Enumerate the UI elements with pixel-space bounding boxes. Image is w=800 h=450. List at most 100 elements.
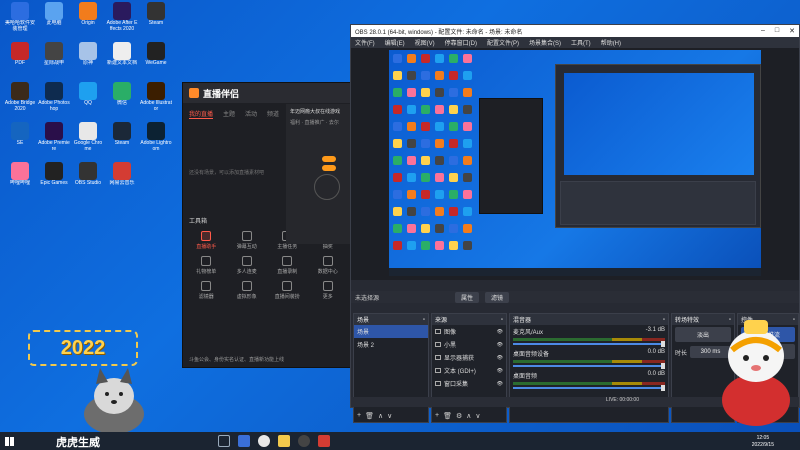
companion-footer: 斗鱼公会、身份实名认证、直播新功能上线: [189, 357, 285, 363]
desktop-icon[interactable]: Adobe After Effects 2020: [106, 2, 138, 32]
menu-item[interactable]: 停靠窗口(D): [445, 38, 477, 47]
tab-activity[interactable]: 活动: [245, 109, 257, 119]
trash-icon[interactable]: 🗑: [443, 412, 452, 420]
volume-fader[interactable]: [513, 385, 665, 391]
preview-icon: [393, 207, 402, 216]
task-view-icon[interactable]: [238, 435, 250, 447]
close-icon[interactable]: ✕: [789, 27, 795, 35]
add-icon[interactable]: +: [357, 412, 361, 420]
volume-fader[interactable]: [513, 363, 665, 369]
menu-item[interactable]: 配置文件(P): [487, 38, 519, 47]
source-item[interactable]: 图像 👁: [432, 325, 506, 338]
preview-icon: [463, 156, 472, 165]
menu-item[interactable]: 文件(F): [355, 38, 375, 47]
side-start-pill-2[interactable]: [322, 165, 336, 171]
volume-fader[interactable]: [513, 341, 665, 347]
desktop-icon[interactable]: 星际战甲: [38, 42, 70, 72]
companion-taskbar-icon[interactable]: [318, 435, 330, 447]
source-item[interactable]: 小黑 👁: [432, 338, 506, 351]
desktop-icon[interactable]: 美哈哈软件安装管理: [4, 2, 36, 32]
gear-icon[interactable]: ⚙: [456, 412, 462, 420]
desktop-icon[interactable]: QQ: [72, 82, 104, 112]
desktop-icon[interactable]: OBS Studio: [72, 162, 104, 192]
preview-icon: [407, 139, 416, 148]
minimize-icon[interactable]: –: [761, 27, 765, 35]
undock-icon[interactable]: ▫: [423, 317, 425, 323]
preview-companion: [479, 98, 543, 214]
eye-icon[interactable]: 👁: [497, 368, 503, 374]
desktop-icon[interactable]: 新建文本文档: [106, 42, 138, 72]
menu-item[interactable]: 帮助(H): [601, 38, 621, 47]
add-icon[interactable]: +: [435, 412, 439, 420]
desktop-icon[interactable]: 微信: [106, 82, 138, 112]
down-icon[interactable]: ∨: [387, 412, 392, 420]
desktop-icon[interactable]: PDF: [4, 42, 36, 72]
desktop-icon[interactable]: Origin: [72, 2, 104, 32]
scenes-title: 场景: [357, 318, 370, 324]
companion-tool[interactable]: 直播间装扮: [270, 281, 305, 300]
eye-icon[interactable]: 👁: [497, 329, 503, 335]
eye-icon[interactable]: 👁: [497, 342, 503, 348]
companion-tool[interactable]: 直播助手: [189, 231, 224, 250]
companion-tool[interactable]: 虚拟形象: [230, 281, 265, 300]
desktop-icon[interactable]: Steam: [140, 2, 172, 32]
companion-tool[interactable]: 直播录制: [270, 256, 305, 275]
tab-my-live[interactable]: 我的直播: [189, 109, 214, 119]
preview-icon: [435, 224, 444, 233]
preview-icon: [449, 156, 458, 165]
desktop-icon[interactable]: Adobe Photoshop: [38, 82, 70, 112]
menu-item[interactable]: 编辑(E): [385, 38, 405, 47]
source-item[interactable]: 显示器捕获 👁: [432, 351, 506, 364]
obs-taskbar-icon[interactable]: [298, 435, 310, 447]
undock-icon[interactable]: ▫: [501, 317, 503, 323]
down-icon[interactable]: ∨: [475, 412, 480, 420]
desktop-icon[interactable]: Adobe Bridge 2020: [4, 82, 36, 112]
maximize-icon[interactable]: □: [775, 27, 779, 35]
app-icon: [79, 162, 97, 180]
eye-icon[interactable]: 👁: [497, 355, 503, 361]
up-icon[interactable]: ∧: [466, 412, 471, 420]
companion-tool[interactable]: 多人连麦: [230, 256, 265, 275]
desktop-icon[interactable]: 网易云音乐: [106, 162, 138, 192]
tab-channel[interactable]: 频道: [267, 109, 279, 119]
desktop-icon[interactable]: 哔哩哔哩: [4, 162, 36, 192]
chrome-icon[interactable]: [258, 435, 270, 447]
trash-icon[interactable]: 🗑: [365, 412, 374, 420]
menu-item[interactable]: 工具(T): [571, 38, 591, 47]
source-item[interactable]: 窗口采集 👁: [432, 377, 506, 390]
desktop-icon[interactable]: SE: [4, 122, 36, 152]
companion-tool[interactable]: 更多: [311, 281, 346, 300]
scene-item[interactable]: 场景 2: [354, 338, 428, 351]
desktop-icon[interactable]: 此电脑: [38, 2, 70, 32]
desktop-icon[interactable]: Adobe Lightroom: [140, 122, 172, 152]
preview-icon: [449, 122, 458, 131]
desktop-icon[interactable]: Adobe Premiere: [38, 122, 70, 152]
companion-tool[interactable]: 弹幕互动: [230, 231, 265, 250]
preview-icon: [393, 224, 402, 233]
start-button[interactable]: [0, 432, 18, 450]
preview-icon: [393, 173, 402, 182]
up-icon[interactable]: ∧: [378, 412, 383, 420]
explorer-icon[interactable]: [278, 435, 290, 447]
tab-theme[interactable]: 主题: [223, 109, 235, 119]
undock-icon[interactable]: ▫: [663, 317, 665, 323]
companion-tool[interactable]: 礼物榜单: [189, 256, 224, 275]
search-icon[interactable]: [218, 435, 230, 447]
menu-item[interactable]: 视图(V): [415, 38, 435, 47]
source-label: 窗口采集: [444, 382, 469, 388]
desktop-icon[interactable]: Adobe Illustrator: [140, 82, 172, 112]
desktop-icon[interactable]: Epic Games: [38, 162, 70, 192]
desktop-icon[interactable]: Google Chrome: [72, 122, 104, 152]
source-label: 小黑: [444, 343, 457, 349]
companion-tool[interactable]: 数据中心: [311, 256, 346, 275]
desktop-icon[interactable]: 原神: [72, 42, 104, 72]
obs-preview[interactable]: [351, 48, 799, 280]
desktop-icon[interactable]: WeGame: [140, 42, 172, 72]
menu-item[interactable]: 场景集合(S): [529, 38, 561, 47]
side-start-pill[interactable]: [322, 156, 336, 162]
source-item[interactable]: 文本 (GDI+) 👁: [432, 364, 506, 377]
eye-icon[interactable]: 👁: [497, 381, 503, 387]
scene-item[interactable]: 场景: [354, 325, 428, 338]
desktop-icon[interactable]: Steam: [106, 122, 138, 152]
companion-tool[interactable]: 滤镜器: [189, 281, 224, 300]
